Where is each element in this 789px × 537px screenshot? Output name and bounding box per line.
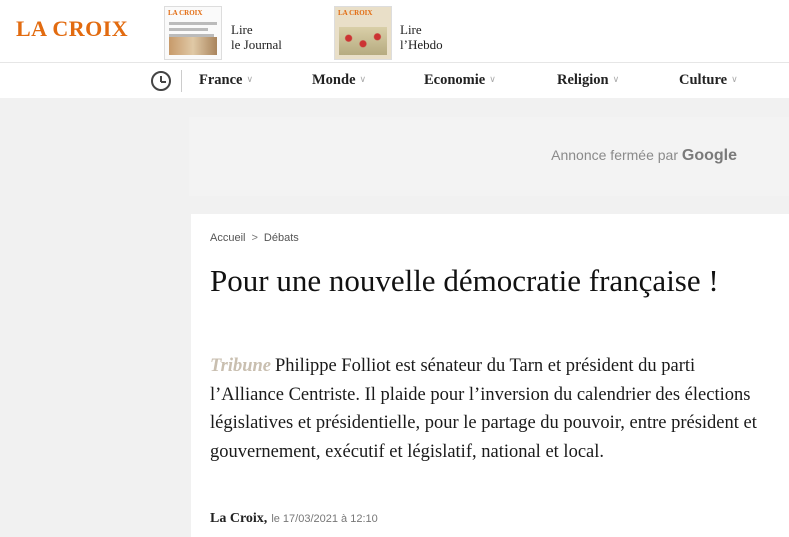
read-hebdo-line1: Lire (400, 22, 422, 37)
ad-slot: Annonce fermée par Google (189, 117, 789, 196)
breadcrumb-section[interactable]: Débats (264, 232, 299, 244)
read-hebdo-link[interactable]: Lire l’Hebdo (400, 22, 443, 52)
chevron-down-icon: ∨ (489, 74, 496, 84)
author-name[interactable]: La Croix, (210, 511, 267, 526)
chevron-down-icon: ∨ (731, 74, 738, 84)
ad-closed-text: Annonce fermée par (551, 147, 678, 163)
cover-line (169, 28, 209, 31)
hebdo-cover-thumbnail[interactable]: LA CROIX (334, 6, 392, 60)
breadcrumb: Accueil > Débats (210, 232, 299, 244)
journal-masthead: LA CROIX (168, 9, 203, 17)
publish-date: le 17/03/2021 à 12:10 (271, 513, 378, 525)
ad-closed-notice: Annonce fermée par Google (551, 147, 737, 165)
hebdo-masthead: LA CROIX (338, 9, 373, 17)
cover-line (169, 22, 217, 25)
article-card: Accueil > Débats Pour une nouvelle démocra… (191, 214, 789, 537)
read-journal-line1: Lire (231, 22, 253, 37)
nav-item-label: Monde (312, 72, 356, 88)
clock-icon[interactable] (151, 71, 171, 91)
chevron-down-icon: ∨ (246, 74, 254, 84)
chevron-down-icon: ∨ (359, 74, 367, 84)
breadcrumb-separator: > (251, 232, 258, 244)
nav-item-label: France (199, 72, 243, 88)
byline: La Croix, le 17/03/2021 à 12:10 (210, 511, 378, 527)
article-title: Pour une nouvelle démocratie française ! (210, 263, 719, 298)
nav-item-label: Culture (679, 72, 728, 88)
chevron-down-icon: ∨ (612, 74, 620, 84)
nav-item-label: Economie (424, 72, 486, 88)
top-header: LA CROIX LA CROIX Lire le Journal LA CRO… (0, 0, 789, 62)
read-journal-link[interactable]: Lire le Journal (231, 22, 282, 52)
nav-item-religion[interactable]: Religion ∨ (557, 72, 619, 89)
breadcrumb-home[interactable]: Accueil (210, 232, 245, 244)
main-nav: France ∨ Monde ∨ Economie ∨ Religion ∨ Cultu… (0, 62, 789, 98)
nav-divider (181, 70, 182, 92)
article-summary: Tribune Philippe Folliot est sénateur du … (210, 352, 770, 466)
nav-item-france[interactable]: France ∨ (199, 72, 253, 89)
cover-photo (169, 37, 217, 55)
cover-photo (339, 27, 387, 55)
nav-item-culture[interactable]: Culture ∨ (679, 72, 738, 89)
nav-item-economie[interactable]: Economie ∨ (424, 72, 496, 89)
nav-item-monde[interactable]: Monde ∨ (312, 72, 366, 89)
read-journal-line2: le Journal (231, 37, 282, 52)
article-summary-text: Philippe Folliot est sénateur du Tarn et… (210, 356, 757, 462)
nav-item-label: Religion (557, 72, 609, 88)
tribune-kicker: Tribune (210, 356, 271, 376)
read-hebdo-line2: l’Hebdo (400, 37, 443, 52)
google-logo: Google (681, 147, 737, 164)
site-logo[interactable]: LA CROIX (16, 16, 128, 42)
journal-cover-thumbnail[interactable]: LA CROIX (164, 6, 222, 60)
